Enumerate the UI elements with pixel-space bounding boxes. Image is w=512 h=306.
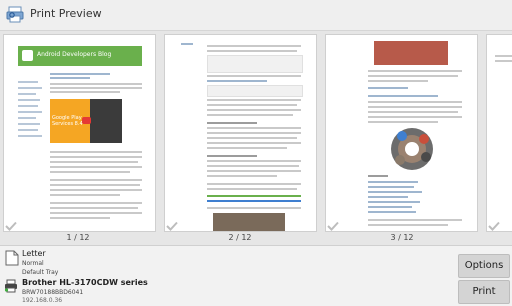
page-number-3: 3 / 12 xyxy=(390,233,414,242)
paper-tray[interactable]: Default Tray xyxy=(22,269,58,276)
page-thumbnail-2[interactable] xyxy=(164,34,317,232)
printer-ip: 192.168.0.36 xyxy=(22,297,63,304)
event-photo xyxy=(374,41,448,65)
printer-id: BRW70188BBD6041 xyxy=(22,289,84,296)
checkmark-icon[interactable] xyxy=(327,221,339,231)
printer-name[interactable]: Brother HL-3170CDW series xyxy=(22,278,148,287)
photo-collage-circle xyxy=(391,128,433,170)
page-thumbnail-4[interactable] xyxy=(486,34,512,232)
preview-strip[interactable]: Android Developers Blog Google Play Serv… xyxy=(0,31,512,245)
checkmark-icon[interactable] xyxy=(166,221,178,231)
page-number-1: 1 / 12 xyxy=(66,233,90,242)
team-photo xyxy=(213,213,285,231)
page-number-2: 2 / 12 xyxy=(228,233,252,242)
print-quality[interactable]: Normal xyxy=(22,260,44,267)
paper-size[interactable]: Letter xyxy=(22,249,46,258)
page-thumbnail-1[interactable]: Android Developers Blog Google Play Serv… xyxy=(3,34,156,232)
print-preview-icon xyxy=(6,6,24,23)
print-settings-panel: Letter Normal Default Tray Brother HL-31… xyxy=(0,245,512,306)
options-button[interactable]: Options xyxy=(458,254,510,278)
youtube-play-icon xyxy=(82,117,91,124)
blog-title: Android Developers Blog xyxy=(37,51,112,58)
page-thumbnail-3[interactable] xyxy=(325,34,478,232)
paper-icon xyxy=(5,250,19,266)
window-title: Print Preview xyxy=(30,7,102,20)
android-logo xyxy=(22,50,33,61)
title-bar: Print Preview xyxy=(0,0,512,31)
print-button[interactable]: Print xyxy=(458,280,510,304)
checkmark-icon[interactable] xyxy=(5,221,17,231)
checkmark-icon[interactable] xyxy=(488,221,500,231)
printer-icon xyxy=(4,279,17,293)
